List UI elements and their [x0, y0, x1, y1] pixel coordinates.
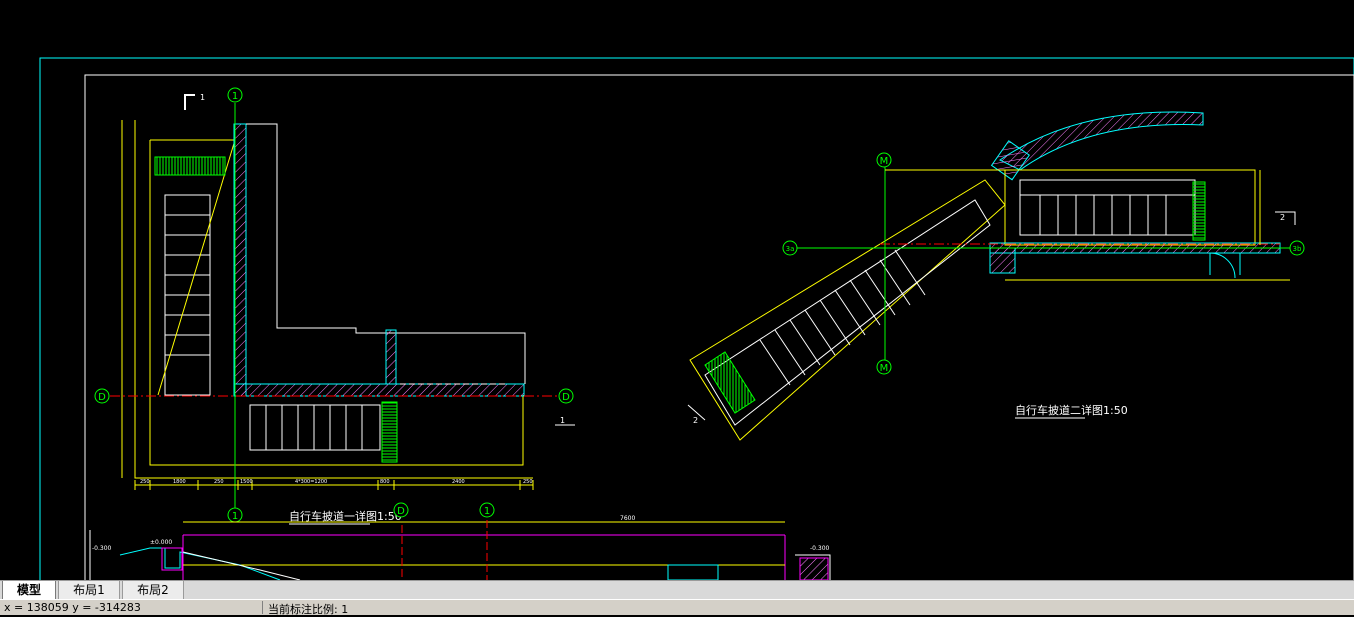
axis-bubble-1-top: 1 [227, 87, 243, 103]
axis-bubble-1-bottom: 1 [227, 507, 243, 523]
svg-text:M: M [880, 363, 889, 374]
axis-bubble-D-right: D [558, 388, 574, 404]
svg-text:M: M [880, 156, 889, 167]
svg-text:2: 2 [1280, 213, 1285, 222]
svg-text:1800: 1800 [173, 479, 186, 485]
axis-bubble-D-section: D [393, 502, 409, 518]
svg-text:1: 1 [560, 416, 565, 425]
cad-drawing-canvas[interactable]: 1 1 D D 1 1 自行车披道一详图1:50 M M 3a 3b 2 2 自… [0, 0, 1354, 580]
svg-text:D: D [562, 392, 570, 403]
dimension-labels-bottom: 250 1800 250 1500 4*300=1200 800 2400 25… [140, 479, 533, 485]
svg-text:2: 2 [693, 416, 698, 425]
detail-2-plan [689, 111, 1290, 441]
tab-label: 模型 [16, 583, 41, 597]
svg-text:-0.300: -0.300 [92, 545, 112, 552]
sheet-border-inner [84, 74, 1354, 580]
tab-label: 布局2 [137, 583, 169, 597]
svg-text:±0.000: ±0.000 [150, 539, 172, 546]
svg-text:7600: 7600 [620, 515, 635, 522]
svg-text:800: 800 [380, 479, 390, 485]
svg-text:D: D [98, 392, 106, 403]
coordinate-readout: x = 138059 y = -314283 [4, 601, 141, 614]
svg-text:1: 1 [232, 511, 238, 522]
status-bar: x = 138059 y = -314283 当前标注比例: 1 [0, 599, 1354, 616]
axis-bubble-M-top: M [876, 152, 892, 168]
section-view: 7600 -0.300 ±0.000 -0.300 [89, 515, 831, 580]
axis-bubble-D-left: D [94, 388, 110, 404]
tab-layout-2[interactable]: 布局2 [122, 581, 184, 600]
svg-text:1: 1 [232, 91, 238, 102]
axis-bubble-3a: 3a [782, 240, 798, 256]
layout-tab-bar: 模型 布局1 布局2 [0, 580, 1354, 600]
svg-text:250: 250 [523, 479, 533, 485]
detail-2-title: 自行车披道二详图1:50 [1015, 403, 1128, 417]
detail-1-plan [110, 103, 560, 510]
svg-text:1500: 1500 [240, 479, 253, 485]
status-separator [262, 601, 263, 614]
axis-bubble-M-bottom: M [876, 359, 892, 375]
svg-text:D: D [397, 506, 405, 517]
svg-text:2400: 2400 [452, 479, 465, 485]
tab-label: 布局1 [73, 583, 105, 597]
svg-text:-0.300: -0.300 [810, 545, 830, 552]
svg-text:1: 1 [484, 506, 490, 517]
svg-text:250: 250 [214, 479, 224, 485]
cad-viewport[interactable]: 1 1 D D 1 1 自行车披道一详图1:50 M M 3a 3b 2 2 自… [0, 0, 1354, 580]
axis-bubble-3b: 3b [1289, 240, 1305, 256]
svg-text:3b: 3b [1293, 245, 1302, 253]
svg-text:1: 1 [200, 93, 205, 102]
tab-layout-1[interactable]: 布局1 [58, 581, 120, 600]
axis-bubble-1-section: 1 [479, 502, 495, 518]
svg-text:250: 250 [140, 479, 150, 485]
dimension-scale-readout: 当前标注比例: 1 [268, 603, 349, 616]
detail-1-title: 自行车披道一详图1:50 [289, 509, 402, 523]
tab-model[interactable]: 模型 [2, 581, 56, 600]
svg-text:4*300=1200: 4*300=1200 [295, 479, 327, 485]
svg-text:3a: 3a [786, 245, 795, 253]
